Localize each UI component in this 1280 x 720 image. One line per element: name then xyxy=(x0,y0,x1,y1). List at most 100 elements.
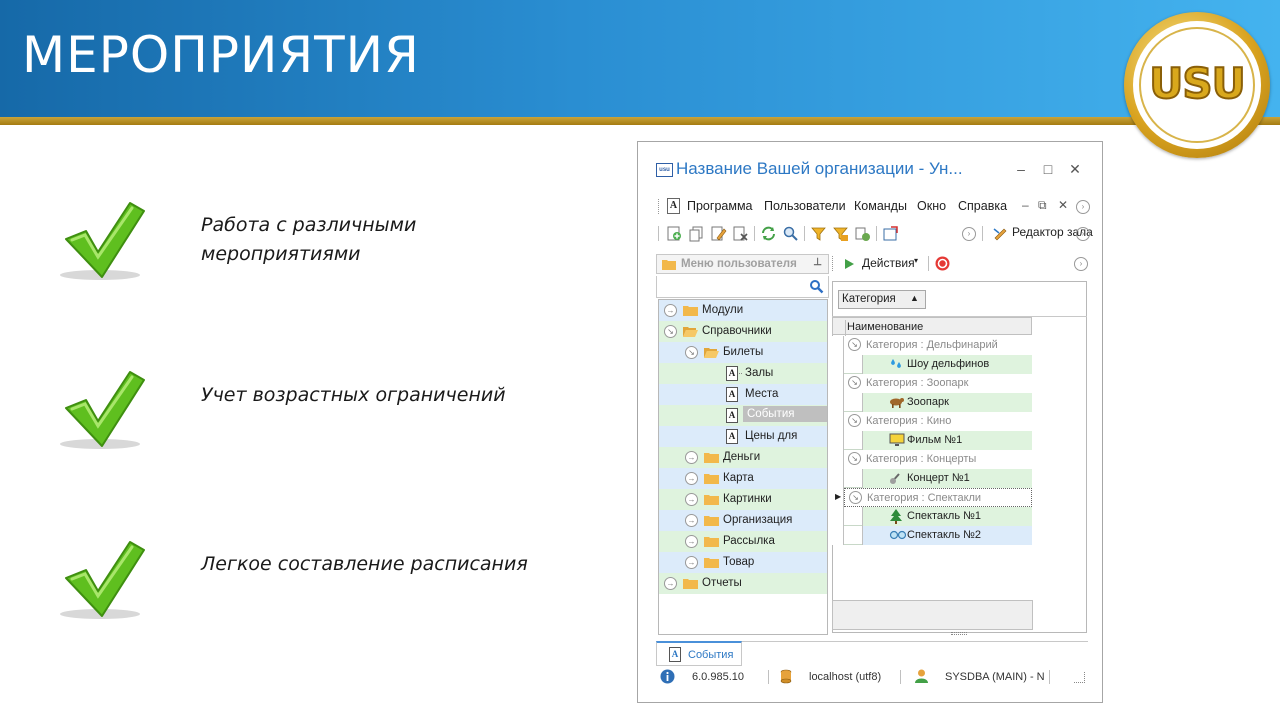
expand-icon[interactable]: → xyxy=(685,514,698,527)
menu-commands[interactable]: Команды xyxy=(854,199,907,213)
status-bar: 6.0.985.10 localhost (utf8) SYSDBA (MAIN… xyxy=(656,666,1088,688)
clear-filter-icon[interactable] xyxy=(854,225,871,242)
menu-overflow-icon[interactable]: › xyxy=(1076,200,1090,214)
splitter-handle[interactable] xyxy=(951,632,967,635)
tree-item-modules[interactable]: → Модули xyxy=(659,300,827,321)
actions-label: Действия xyxy=(862,256,915,270)
export-icon[interactable] xyxy=(882,225,899,242)
tree-item-seats[interactable]: A Места xyxy=(659,384,827,405)
group-row[interactable]: ↘ Категория : Кино xyxy=(832,412,1032,431)
filter-settings-icon[interactable] xyxy=(832,225,849,242)
expand-icon[interactable]: → xyxy=(664,577,677,590)
filter-icon[interactable] xyxy=(810,225,827,242)
tree-item-mailing[interactable]: → Рассылка xyxy=(659,531,827,552)
user-icon xyxy=(915,669,928,683)
folder-icon xyxy=(683,579,698,589)
refresh-icon[interactable] xyxy=(760,225,777,242)
grid-row[interactable]: Спектакль №1 xyxy=(832,507,1032,526)
collapse-icon[interactable]: ↘ xyxy=(849,491,862,504)
sort-asc-icon: ▲ xyxy=(910,293,919,303)
edit-icon[interactable] xyxy=(710,225,727,242)
collapse-icon[interactable]: ↘ xyxy=(848,452,861,465)
expand-icon[interactable]: → xyxy=(664,304,677,317)
expand-icon[interactable]: → xyxy=(685,556,698,569)
mdi-restore-icon[interactable]: ⧉ xyxy=(1038,198,1047,213)
tree-item-directories[interactable]: ↘ Справочники xyxy=(659,321,827,342)
tree-item-pictures[interactable]: → Картинки xyxy=(659,489,827,510)
group-label: Категория : Кино xyxy=(866,415,952,427)
collapse-icon[interactable]: ↘ xyxy=(848,338,861,351)
copy-icon[interactable] xyxy=(688,225,705,242)
guitar-icon xyxy=(890,473,900,484)
monitor-icon xyxy=(889,433,905,446)
tree-label: Отчеты xyxy=(702,577,742,589)
group-row[interactable]: ↘ Категория : Зоопарк xyxy=(832,374,1032,393)
grid-row[interactable]: Шоу дельфинов xyxy=(832,355,1032,374)
menu-program[interactable]: Программа xyxy=(687,199,753,213)
collapse-icon[interactable]: ↘ xyxy=(685,346,698,359)
search-icon[interactable] xyxy=(782,225,799,242)
hall-editor-icon xyxy=(993,228,1007,241)
tree-item-money[interactable]: → Деньги xyxy=(659,447,827,468)
expand-icon[interactable]: → xyxy=(685,493,698,506)
current-row-indicator-icon: ▶ xyxy=(835,492,842,501)
group-row[interactable]: ↘ Категория : Концерты xyxy=(832,450,1032,469)
mdi-minimize-icon[interactable]: – xyxy=(1022,198,1029,212)
collapse-icon[interactable]: ↘ xyxy=(848,376,861,389)
tree-label: Билеты xyxy=(723,346,764,358)
tree-item-halls[interactable]: A Залы xyxy=(659,363,827,384)
tree-item-prices[interactable]: A Цены для xyxy=(659,426,827,447)
delete-icon[interactable] xyxy=(732,225,749,242)
search-icon[interactable] xyxy=(809,279,824,294)
tree-item-map[interactable]: → Карта xyxy=(659,468,827,489)
resize-grip-icon[interactable] xyxy=(1074,672,1085,683)
menu-window[interactable]: Окно xyxy=(917,199,946,213)
folder-icon xyxy=(683,306,698,316)
grid-row[interactable]: Спектакль №2 xyxy=(832,526,1032,545)
stop-icon[interactable] xyxy=(934,255,951,272)
add-record-icon[interactable] xyxy=(666,225,683,242)
tree-item-reports[interactable]: → Отчеты xyxy=(659,573,827,594)
tree-label: Рассылка xyxy=(723,535,775,547)
tree-item-events[interactable]: A События xyxy=(659,405,827,426)
tree-label: Модули xyxy=(702,304,744,316)
expand-icon[interactable]: → xyxy=(685,451,698,464)
collapse-icon[interactable]: ↘ xyxy=(664,325,677,338)
folder-icon xyxy=(704,453,719,463)
actions-overflow-icon[interactable]: › xyxy=(1074,257,1088,271)
dropdown-icon: ▾ xyxy=(914,256,919,265)
expand-icon[interactable]: → xyxy=(685,472,698,485)
group-label: Категория : Дельфинарий xyxy=(866,339,998,351)
tab-events[interactable]: A События xyxy=(656,641,742,666)
toolbar-grip[interactable] xyxy=(658,199,661,214)
group-row[interactable]: ↘ Категория : Дельфинарий xyxy=(832,336,1032,355)
grid-row[interactable]: Фильм №1 xyxy=(832,431,1032,450)
actions-button[interactable]: Действия ▾ xyxy=(844,255,924,273)
tree-item-organization[interactable]: → Организация xyxy=(659,510,827,531)
mdi-close-icon[interactable]: ✕ xyxy=(1058,198,1068,212)
close-icon[interactable]: ✕ xyxy=(1068,161,1082,178)
expand-icon[interactable]: → xyxy=(685,535,698,548)
grid-row[interactable]: Зоопарк xyxy=(832,393,1032,412)
tree-item-goods[interactable]: → Товар xyxy=(659,552,827,573)
minimize-icon[interactable]: – xyxy=(1014,161,1028,177)
group-by-category-button[interactable]: Категория ▲ xyxy=(838,290,926,309)
maximize-icon[interactable]: □ xyxy=(1041,161,1055,177)
menu-help[interactable]: Справка xyxy=(958,199,1007,213)
column-name-header[interactable]: Наименование xyxy=(847,321,923,333)
folder-icon xyxy=(704,537,719,547)
grid-row[interactable]: Концерт №1 xyxy=(832,469,1032,488)
server-text: localhost (utf8) xyxy=(809,671,882,683)
tree-item-tickets[interactable]: ↘ Билеты xyxy=(659,342,827,363)
app-icon: usu xyxy=(656,163,673,177)
folder-icon xyxy=(662,260,676,270)
toolbar-overflow-icon-2[interactable]: › xyxy=(1076,227,1090,241)
group-row[interactable]: ▶ ↘ Категория : Спектакли xyxy=(832,488,1032,507)
folder-icon xyxy=(704,558,719,568)
play-icon xyxy=(845,259,854,269)
checkmark-icon xyxy=(60,202,145,280)
collapse-icon[interactable]: ↘ xyxy=(848,414,861,427)
toolbar-overflow-icon[interactable]: › xyxy=(962,227,976,241)
menu-users[interactable]: Пользователи xyxy=(764,199,846,213)
pin-icon[interactable]: ⊥ xyxy=(813,257,822,268)
